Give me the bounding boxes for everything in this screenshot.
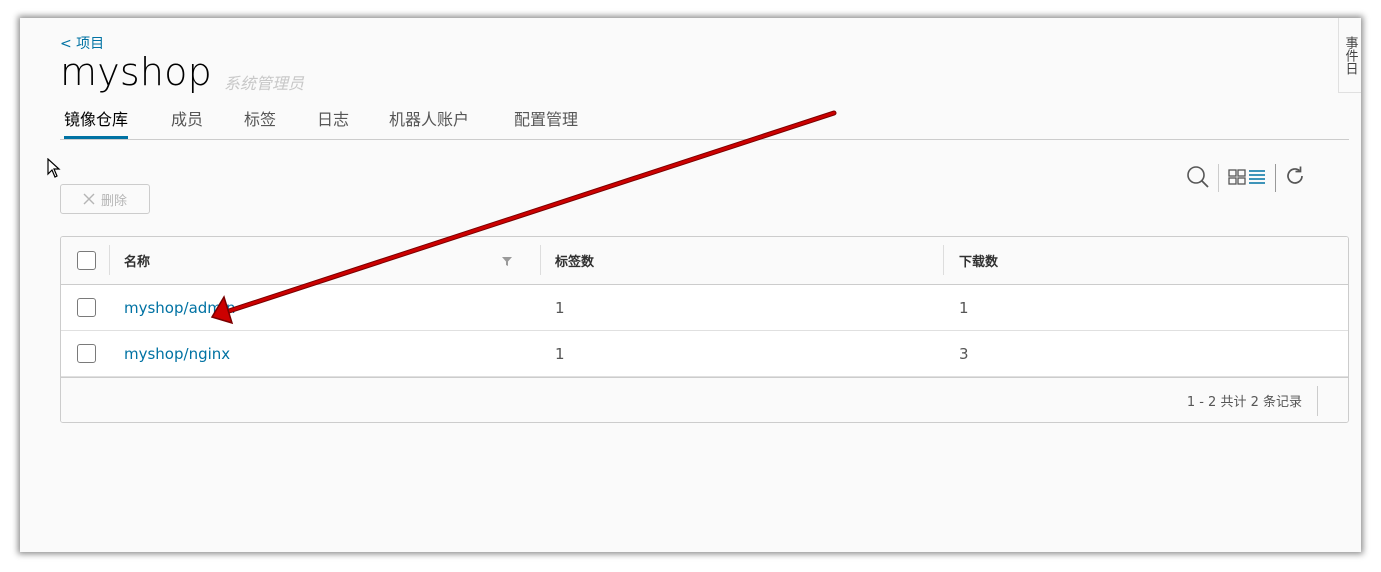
delete-button-label: 删除 [100, 193, 127, 209]
column-header-name[interactable]: 名称 [124, 237, 150, 284]
repository-link[interactable]: myshop/nginx [124, 331, 230, 376]
tab-bar: 镜像仓库 成员 标签 日志 机器人账户 配置管理 [60, 106, 1349, 140]
page-title: myshop [60, 50, 212, 94]
delete-button[interactable]: 删除 [60, 184, 150, 214]
column-header-tags[interactable]: 标签数 [555, 237, 594, 284]
mouse-cursor-icon [47, 158, 61, 178]
repository-datagrid: 名称 标签数 下载数 myshop/admin 1 1 myshop/nginx… [60, 236, 1349, 423]
datagrid-header: 名称 标签数 下载数 [61, 237, 1348, 285]
column-divider [943, 245, 944, 275]
list-view-icon[interactable] [1248, 169, 1266, 185]
pull-count: 1 [959, 298, 969, 317]
tab-labels[interactable]: 标签 [244, 106, 276, 136]
row-checkbox[interactable] [77, 344, 96, 363]
toolbar-divider [1218, 164, 1219, 192]
refresh-icon[interactable] [1284, 165, 1306, 187]
row-checkbox[interactable] [77, 298, 96, 317]
filter-icon[interactable] [501, 255, 513, 267]
pagination-summary: 1 - 2 共计 2 条记录 [1186, 395, 1302, 410]
column-divider [540, 245, 541, 275]
table-row: myshop/admin 1 1 [61, 285, 1348, 331]
tab-configuration[interactable]: 配置管理 [514, 106, 578, 136]
datagrid-footer: 1 - 2 共计 2 条记录 [61, 377, 1348, 422]
select-all-checkbox[interactable] [77, 251, 96, 270]
tab-robot-accounts[interactable]: 机器人账户 [389, 106, 469, 136]
tag-count: 1 [555, 298, 565, 317]
side-panel-tab-label: 事件日 [1342, 35, 1358, 75]
column-header-pulls[interactable]: 下载数 [959, 237, 998, 284]
tab-members[interactable]: 成员 [171, 106, 203, 136]
footer-divider [1317, 386, 1318, 416]
side-panel-tab[interactable]: 事件日 [1338, 18, 1361, 93]
table-row: myshop/nginx 1 3 [61, 331, 1348, 377]
column-divider [109, 245, 110, 275]
tab-logs[interactable]: 日志 [317, 106, 349, 136]
main-window: < 项目 myshop 系统管理员 事件日 镜像仓库 成员 标签 日志 机器人账… [20, 18, 1361, 552]
pull-count: 3 [959, 344, 969, 363]
card-view-icon[interactable] [1228, 169, 1246, 185]
toolbar-divider [1275, 164, 1276, 192]
tab-repositories[interactable]: 镜像仓库 [64, 106, 129, 139]
role-label: 系统管理员 [224, 74, 305, 93]
search-icon[interactable] [1186, 165, 1210, 189]
repository-link[interactable]: myshop/admin [124, 285, 236, 330]
tag-count: 1 [555, 344, 565, 363]
close-icon [83, 193, 95, 205]
